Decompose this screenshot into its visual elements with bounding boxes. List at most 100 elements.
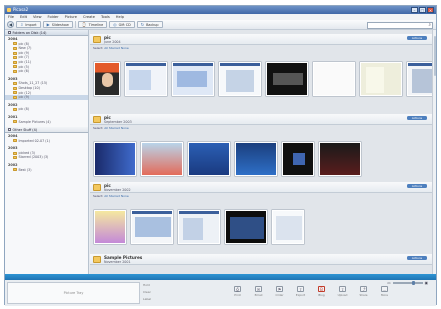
menu-picture[interactable]: Picture [65, 15, 77, 19]
folder-icon [13, 91, 17, 95]
gift-cd-button[interactable]: ◎ Gift CD [109, 21, 135, 28]
print-action[interactable]: ⎙ Print [231, 286, 244, 297]
folder-icon [93, 36, 101, 43]
scrollbar[interactable] [432, 30, 436, 274]
photo-thumbnail[interactable] [313, 62, 355, 96]
photo-thumbnail[interactable] [94, 210, 126, 244]
scrollbar-thumb[interactable] [433, 36, 436, 76]
title-bar: Picasa2 – □ × [5, 6, 436, 14]
export-label: Export [295, 293, 306, 297]
menu-edit[interactable]: Edit [20, 15, 27, 19]
import-icon: ⇩ [20, 22, 24, 27]
photo-thumbnail[interactable] [235, 142, 277, 176]
minimize-button[interactable]: – [411, 7, 418, 13]
bottom-panel: Picture Tray Hold Clear Label ▭ ▣ ⎙ Print… [5, 274, 436, 306]
order-action[interactable]: ⚑ Order [273, 286, 286, 297]
photo-thumbnail[interactable] [94, 62, 120, 96]
collapse-icon [8, 31, 11, 34]
action-bar: ⎙ Print ✉ Email ⚑ Order ⇪ Export B Blog ⇧ Uplo… [231, 286, 391, 297]
search-input[interactable]: ⌕ [367, 21, 433, 29]
more-icon: … [381, 286, 388, 292]
picture-tray[interactable]: Picture Tray [7, 282, 140, 304]
cd-icon: ◎ [113, 22, 117, 27]
photo-thumbnail[interactable] [188, 142, 230, 176]
folder-item[interactable]: Best (3) [5, 168, 88, 173]
upload-label: Upload [337, 293, 348, 297]
group-actions-button[interactable]: Actions [407, 256, 427, 260]
menu-tools[interactable]: Tools [101, 15, 110, 19]
folders-on-disk-header[interactable]: Folders on Disk (14) [5, 30, 88, 36]
group-header[interactable]: pic November 2002 Actions [90, 182, 432, 193]
app-icon [7, 7, 11, 12]
group-header[interactable]: Sample Pictures November 2001 Actions [90, 254, 432, 265]
zoom-out-icon[interactable]: ▭ [387, 281, 390, 285]
zoom-slider[interactable] [392, 280, 423, 286]
photo-thumbnail[interactable] [125, 62, 167, 96]
menu-folder[interactable]: Folder [48, 15, 59, 19]
group-actions-button[interactable]: Actions [407, 36, 427, 40]
slideshow-button[interactable]: ▶ Slideshow [42, 21, 73, 28]
more-action[interactable]: … More [378, 286, 391, 297]
group-date: September 2003 [104, 120, 132, 124]
slideshow-label: Slideshow [51, 22, 69, 27]
photo-thumbnail[interactable] [141, 142, 183, 176]
folder-name: Imported 02-07 (1) [18, 138, 50, 143]
menu-view[interactable]: View [33, 15, 42, 19]
clear-button[interactable]: Clear [143, 289, 165, 296]
photo-thumbnail[interactable] [319, 142, 361, 176]
select-label: Select: [93, 194, 104, 198]
group-actions-button[interactable]: Actions [407, 184, 427, 188]
photo-thumbnail[interactable] [178, 210, 220, 244]
maximize-button[interactable]: □ [419, 7, 426, 13]
group-header[interactable]: pic June 2004 Actions [90, 34, 432, 45]
folder-name: pic (8) [18, 107, 30, 112]
upload-action[interactable]: ⇧ Upload [336, 286, 349, 297]
photo-thumbnail[interactable] [225, 210, 267, 244]
folder-icon [93, 116, 101, 123]
menu-create[interactable]: Create [83, 15, 95, 19]
export-action[interactable]: ⇪ Export [294, 286, 307, 297]
email-action[interactable]: ✉ Email [252, 286, 265, 297]
photo-thumbnail[interactable] [131, 210, 173, 244]
group-actions-button[interactable]: Actions [407, 116, 427, 120]
photo-thumbnail[interactable] [282, 142, 314, 176]
photo-thumbnail[interactable] [272, 210, 304, 244]
folder-name: pic (9) [18, 95, 30, 100]
select-links[interactable]: All Starred None [104, 126, 128, 130]
select-links[interactable]: All Starred None [104, 194, 128, 198]
photo-thumbnail[interactable] [94, 142, 136, 176]
tray-controls: Hold Clear Label [143, 282, 165, 303]
email-icon: ✉ [255, 286, 262, 292]
other-stuff-header[interactable]: Other Stuff (4) [5, 127, 88, 134]
folder-icon [13, 46, 17, 50]
label-button[interactable]: Label [143, 296, 165, 303]
backup-button[interactable]: ↻ Backup [136, 21, 163, 28]
zoom-in-icon[interactable]: ▣ [425, 281, 428, 285]
photo-thumbnail[interactable] [219, 62, 261, 96]
blog-action[interactable]: B Blog [315, 286, 328, 297]
group-date: June 2004 [104, 40, 121, 44]
photo-thumbnail[interactable] [172, 62, 214, 96]
order-icon: ⚑ [276, 286, 283, 292]
timeline-button[interactable]: ⌚ Timeline [77, 21, 108, 28]
folder-icon [93, 184, 101, 191]
blog-label: Blog [318, 293, 325, 297]
folder-icon [13, 69, 17, 73]
group-header[interactable]: pic September 2003 Actions [90, 114, 432, 125]
photo-thumbnail[interactable] [266, 62, 308, 96]
close-button[interactable]: × [427, 7, 434, 13]
import-button[interactable]: ⇩ Import [16, 21, 41, 28]
photo-thumbnail[interactable] [360, 62, 402, 96]
menu-help[interactable]: Help [116, 15, 124, 19]
menu-file[interactable]: File [8, 15, 14, 19]
folder-icon [13, 51, 17, 55]
folder-icon [13, 95, 17, 99]
back-button[interactable]: ◀ [7, 21, 14, 28]
select-links[interactable]: All Starred None [104, 46, 128, 50]
group-select-row: Select: All Starred None [90, 194, 432, 198]
toolbar-divider [74, 21, 76, 28]
timeline-label: Timeline [88, 22, 104, 27]
zoom-slider-knob[interactable] [411, 280, 415, 286]
hold-button[interactable]: Hold [143, 282, 165, 289]
share-action[interactable]: ⤴ Share [357, 286, 370, 297]
